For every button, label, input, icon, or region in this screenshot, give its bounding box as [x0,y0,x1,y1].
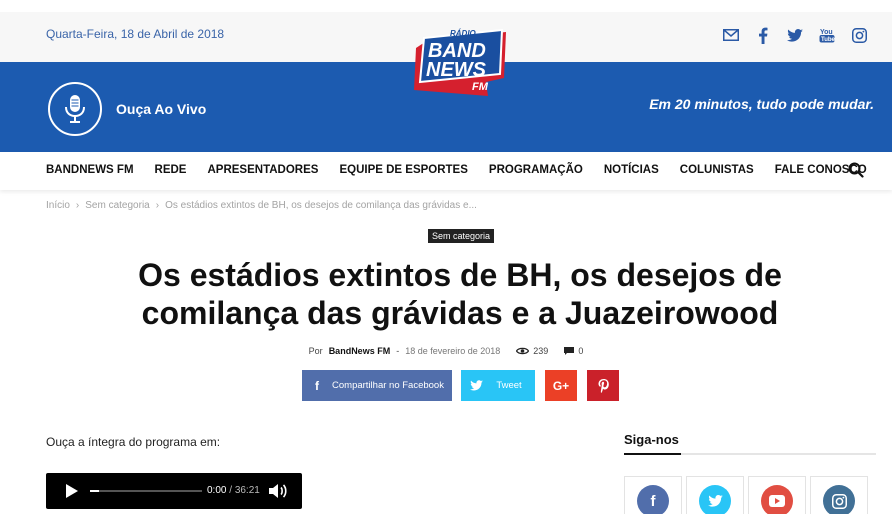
logo-fm-text: FM [472,81,489,93]
slogan: Em 20 minutos, tudo pode mudar. [649,96,874,112]
views-value: 239 [533,346,549,356]
instagram-icon[interactable] [850,26,868,44]
nav-item-bandnews-fm[interactable]: BANDNEWS FM [46,164,134,176]
twitter-icon [461,370,491,401]
share-pinterest-button[interactable] [587,370,619,401]
article-intro-text: Ouça a íntegra do programa em: [46,435,221,449]
category-badge[interactable]: Sem categoria [428,229,495,243]
share-googleplus-button[interactable]: G+ [545,370,577,401]
breadcrumb-current: Os estádios extintos de BH, os desejos d… [165,200,477,211]
article-title: Os estádios extintos de BH, os desejos d… [138,257,782,331]
comment-icon [564,347,575,355]
listen-live-button[interactable]: Ouça Ao Vivo [48,82,206,136]
googleplus-icon: G+ [552,378,570,393]
volume-icon[interactable] [268,483,288,504]
audio-progress-bar[interactable] [90,490,202,492]
follow-twitter-button[interactable] [686,476,744,514]
facebook-icon[interactable] [754,26,772,44]
nav-item-rede[interactable]: REDE [155,164,187,176]
eye-icon [516,347,530,355]
publish-date: 18 de fevereiro de 2018 [405,346,501,356]
comments-count[interactable]: 0 [564,346,583,356]
nav-item-apresentadores[interactable]: APRESENTADORES [207,164,318,176]
facebook-glyph: f [650,492,656,510]
logo-radio-text: RÁDIO [450,29,477,38]
nav-item-noticias[interactable]: NOTÍCIAS [604,164,659,176]
current-date: Quarta-Feira, 18 de Abril de 2018 [46,27,225,41]
top-social-links: You Tube [722,26,868,44]
audio-progress-fill [90,490,99,492]
svg-text:Tube: Tube [821,37,835,43]
microphone-icon [48,82,102,136]
youtube-icon [761,485,793,514]
author-name[interactable]: BandNews FM [329,346,391,356]
views-count: 239 [516,346,548,356]
audio-player: 0:00 / 36:21 [46,473,302,509]
pinterest-icon [598,378,609,393]
mail-icon[interactable] [722,26,740,44]
sidebar-title-divider [624,453,876,455]
breadcrumb-category[interactable]: Sem categoria [85,200,149,211]
breadcrumb: Início › Sem categoria › Os estádios extinto… [46,200,477,211]
facebook-icon: f [637,485,669,514]
play-icon[interactable] [66,484,78,498]
follow-instagram-button[interactable] [810,476,868,514]
search-icon[interactable] [848,162,864,183]
follow-youtube-button[interactable] [748,476,806,514]
main-navigation: BANDNEWS FM REDE APRESENTADORES EQUIPE D… [0,152,892,190]
breadcrumb-home[interactable]: Início [46,200,70,211]
facebook-icon: f [315,378,319,393]
listen-live-label: Ouça Ao Vivo [116,101,207,117]
sidebar-follow-title: Siga-nos [624,432,679,447]
svg-text:You: You [820,29,833,36]
twitter-icon [699,485,731,514]
instagram-icon [823,485,855,514]
audio-total-time: 36:21 [234,485,260,496]
follow-facebook-button[interactable]: f [624,476,682,514]
audio-time: 0:00 / 36:21 [207,485,260,496]
nav-item-equipe-de-esportes[interactable]: EQUIPE DE ESPORTES [339,164,467,176]
audio-current-time: 0:00 [207,485,227,496]
meta-separator: - [396,346,400,356]
breadcrumb-separator: › [155,200,160,211]
audio-time-separator: / [229,485,233,496]
nav-item-colunistas[interactable]: COLUNISTAS [680,164,754,176]
comments-value: 0 [578,346,584,356]
sidebar-title-accent [624,453,681,455]
nav-item-programacao[interactable]: PROGRAMAÇÃO [489,164,583,176]
bandnews-fm-logo[interactable]: RÁDIO BAND NEWS FM [410,26,512,102]
share-facebook-button[interactable]: f Compartilhar no Facebook [302,370,452,401]
share-twitter-button[interactable]: Tweet [461,370,535,401]
breadcrumb-separator: › [75,200,80,211]
logo-news-text: NEWS [426,59,487,81]
twitter-icon[interactable] [786,26,804,44]
youtube-icon[interactable]: You Tube [818,26,836,44]
article-meta: Por BandNews FM - 18 de fevereiro de 201… [0,346,892,356]
author-prefix: Por [308,346,323,356]
